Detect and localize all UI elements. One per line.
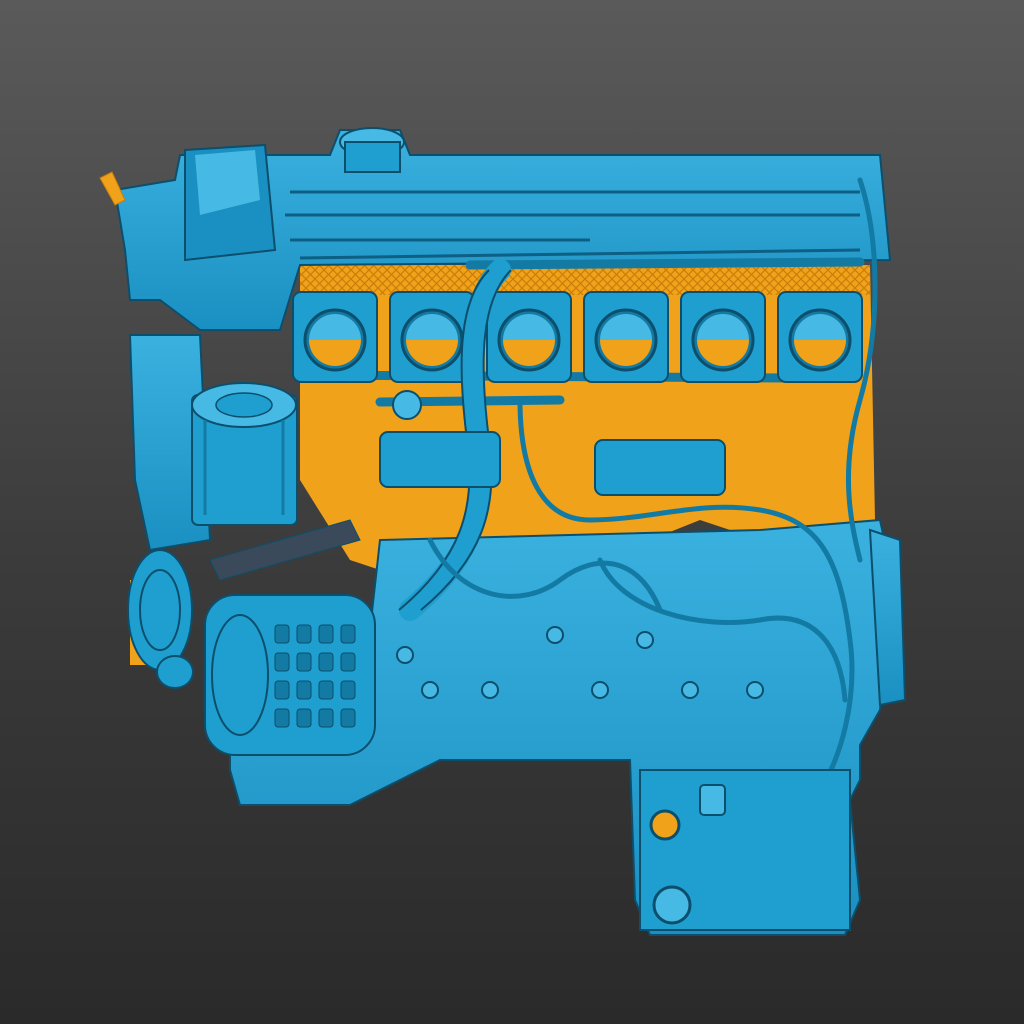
alternator-vent (274, 624, 290, 644)
bolt-boss (396, 646, 414, 664)
timing-cover-top (184, 143, 277, 262)
bolt-boss (681, 681, 699, 699)
alternator-vent (296, 652, 312, 672)
oil-filter (191, 382, 298, 526)
bolt-boss (746, 681, 764, 699)
bolt-boss (591, 681, 609, 699)
alternator-vent (296, 680, 312, 700)
bolt-boss (546, 626, 564, 644)
alternator-vent (274, 680, 290, 700)
alternator-vent (340, 624, 356, 644)
oil-filler-cap (339, 127, 405, 173)
alternator-vent (296, 708, 312, 728)
alternator-vent (340, 652, 356, 672)
engine-scan-model[interactable] (0, 0, 1024, 1024)
alternator-vent (274, 708, 290, 728)
throttle-body (777, 291, 863, 383)
alternator-vent (340, 680, 356, 700)
throttle-body (680, 291, 766, 383)
throttle-body (292, 291, 378, 383)
bolt-boss (481, 681, 499, 699)
drive-belt (209, 519, 361, 581)
alternator-vent (340, 708, 356, 728)
alternator-vent (318, 708, 334, 728)
alternator-vent (318, 652, 334, 672)
bolt-boss (421, 681, 439, 699)
bolt-boss (636, 631, 654, 649)
3d-viewport[interactable] (0, 0, 1024, 1024)
alternator-vent (274, 652, 290, 672)
alternator (204, 594, 376, 756)
alternator-vent (318, 680, 334, 700)
crank-pulley (127, 549, 194, 689)
alternator-vent (318, 624, 334, 644)
throttle-body (583, 291, 669, 383)
oil-pan (639, 769, 851, 931)
throttle-body (486, 291, 572, 383)
alternator-vent (296, 624, 312, 644)
